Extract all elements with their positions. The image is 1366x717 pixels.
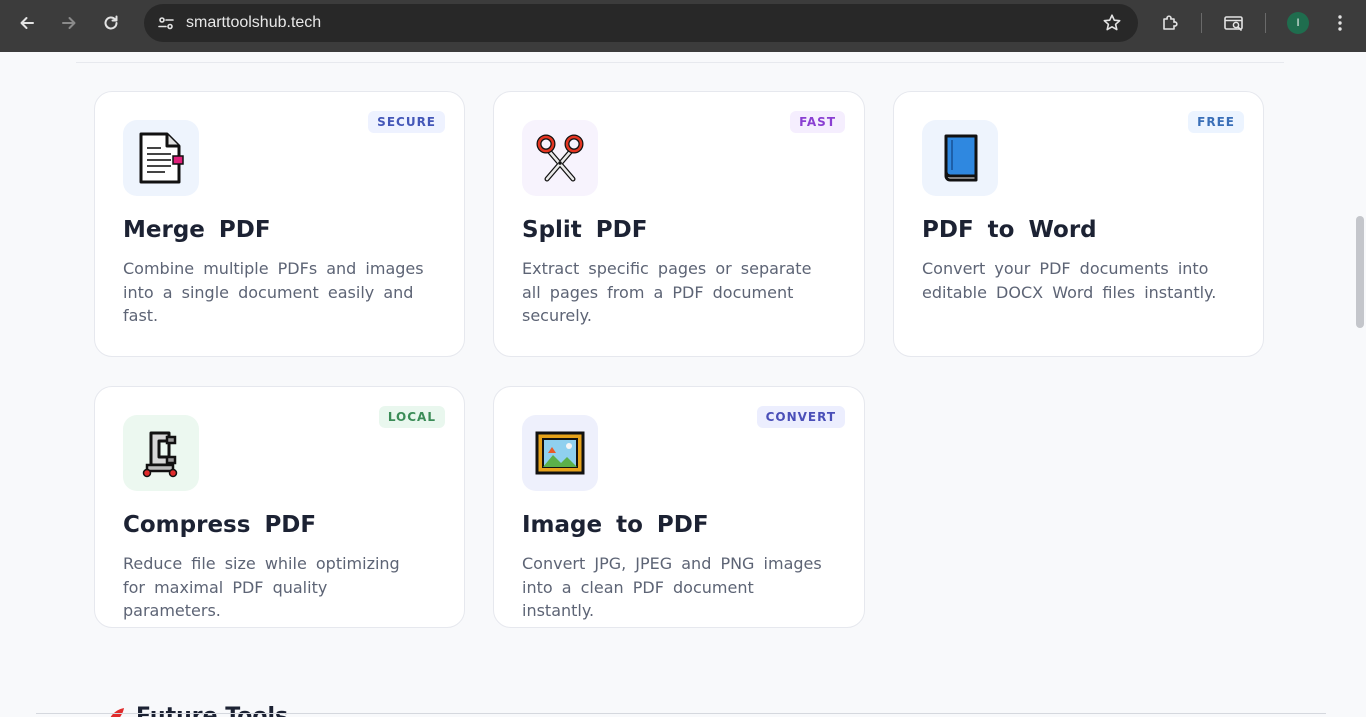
chrome-menu-button[interactable]	[1328, 0, 1352, 46]
status-badge: LOCAL	[378, 406, 445, 428]
tool-description: Reduce file size while optimizing for ma…	[123, 554, 400, 620]
tool-card-compress-pdf[interactable]: LOCAL Compress PDF Reduce file size whil…	[94, 386, 465, 628]
site-info-button[interactable]	[146, 4, 186, 42]
url-text[interactable]: smarttoolshub.tech	[186, 14, 321, 32]
status-badge: FREE	[1188, 111, 1244, 133]
scissors-icon	[536, 134, 584, 182]
page-scrollbar[interactable]	[1354, 52, 1366, 717]
document-icon	[139, 132, 184, 184]
site-settings-icon	[158, 17, 174, 30]
tool-icon-tile	[123, 415, 199, 491]
forward-arrow-icon	[62, 17, 76, 29]
address-bar[interactable]: smarttoolshub.tech	[144, 4, 1138, 42]
tool-title: Split PDF	[522, 217, 648, 243]
status-badge: CONVERT	[756, 406, 845, 428]
browser-toolbar: smarttoolshub.tech I	[0, 0, 1366, 52]
tool-description: Convert JPG, JPEG and PNG images into a …	[522, 554, 822, 620]
rocket-icon	[110, 707, 124, 717]
tab-search-icon	[1224, 16, 1243, 31]
tool-title: Compress PDF	[123, 512, 317, 538]
status-badge: SECURE	[368, 111, 445, 133]
tool-description: Combine multiple PDFs and images into a …	[123, 259, 424, 325]
star-icon	[1103, 14, 1121, 31]
status-badge: FAST	[790, 111, 845, 133]
tool-icon-tile	[522, 415, 598, 491]
toolbar-divider	[1265, 13, 1266, 33]
tool-icon-tile	[522, 120, 598, 196]
reload-button[interactable]	[90, 0, 132, 46]
framed-picture-icon	[535, 431, 585, 475]
bottom-divider	[36, 713, 1326, 714]
section-divider	[76, 62, 1284, 63]
tool-icon-tile	[123, 120, 199, 196]
avatar: I	[1287, 12, 1309, 34]
tool-card-split-pdf[interactable]: FAST Split PDF Extract specific pages or…	[493, 91, 865, 357]
reload-icon	[104, 15, 118, 30]
clamp-icon	[142, 431, 178, 478]
back-button[interactable]	[6, 0, 48, 46]
tab-search-button[interactable]	[1218, 0, 1250, 46]
extensions-button[interactable]	[1154, 0, 1186, 46]
tool-card-pdf-to-word[interactable]: FREE PDF to Word Convert your PDF docume…	[893, 91, 1264, 357]
tool-card-merge-pdf[interactable]: SECURE Merge PDF Combine multiple PDFs a…	[94, 91, 465, 357]
puzzle-piece-icon	[1163, 15, 1178, 30]
toolbar-divider	[1201, 13, 1202, 33]
tool-description: Extract specific pages or separate all p…	[522, 259, 812, 325]
tool-title: PDF to Word	[922, 217, 1097, 243]
tool-description: Convert your PDF documents into editable…	[922, 259, 1217, 302]
forward-button[interactable]	[48, 0, 90, 46]
tool-card-image-to-pdf[interactable]: CONVERT Image to PDF Convert JPG, JPEG a…	[493, 386, 865, 628]
back-arrow-icon	[20, 17, 34, 29]
profile-button[interactable]: I	[1284, 0, 1312, 46]
section-heading-text: Future Tools	[136, 704, 289, 717]
bookmark-star-button[interactable]	[1102, 13, 1122, 37]
future-tools-heading: Future Tools	[104, 704, 288, 717]
tool-title: Merge PDF	[123, 217, 271, 243]
tool-title: Image to PDF	[522, 512, 709, 538]
blue-book-icon	[944, 134, 978, 182]
tool-icon-tile	[922, 120, 998, 196]
kebab-menu-icon	[1338, 15, 1342, 31]
scrollbar-thumb[interactable]	[1356, 216, 1364, 328]
